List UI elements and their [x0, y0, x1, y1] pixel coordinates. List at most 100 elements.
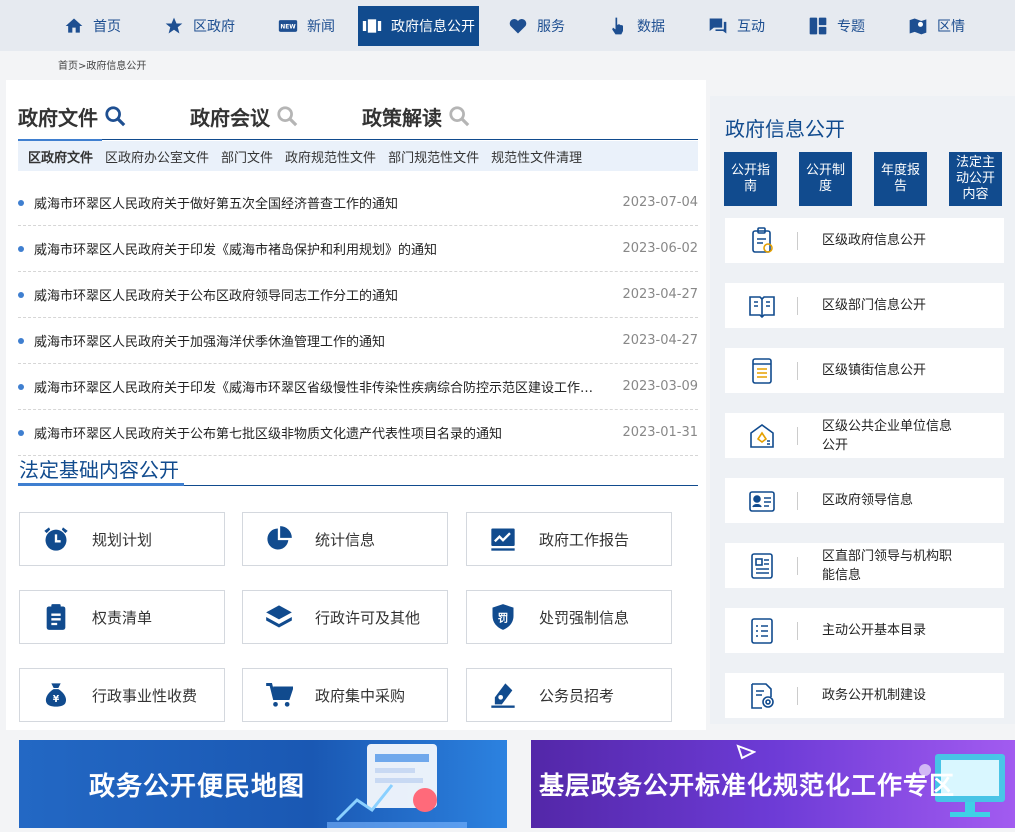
- nav-item-interact[interactable]: 互动: [688, 6, 779, 46]
- separator: [797, 621, 798, 640]
- search-icon: [277, 106, 298, 127]
- svg-text:¥: ¥: [53, 694, 60, 705]
- bullet-dot: [18, 199, 24, 206]
- separator: [797, 686, 798, 705]
- subtab-cleanup[interactable]: 规范性文件清理: [491, 147, 582, 166]
- section-divider: [18, 483, 698, 486]
- separator: [797, 361, 798, 380]
- quick-guide-button[interactable]: 公开指南: [724, 152, 777, 206]
- top-nav: 首页 区政府 NEW 新闻 政府信息公开 服务 数据 互动 专题 区情: [0, 0, 1015, 51]
- subtab-district-gov[interactable]: 区政府文件: [28, 147, 93, 166]
- card-civil-exam[interactable]: 公务员招考: [466, 668, 672, 722]
- hand-pointer-icon: [612, 17, 623, 34]
- star-badge-icon: [750, 423, 774, 448]
- card-power-list[interactable]: 权责清单: [19, 590, 225, 644]
- banner-text: 政务公开便民地图: [89, 772, 306, 802]
- subtab-dept[interactable]: 部门文件: [221, 147, 273, 166]
- nav-item-topics[interactable]: 专题: [788, 6, 879, 46]
- news-item[interactable]: 威海市环翠区人民政府关于做好第五次全国经济普查工作的通知 2023-07-04: [18, 180, 698, 226]
- info-item-basic-catalog[interactable]: 主动公开基本目录: [725, 608, 1004, 653]
- clipboard-check-icon: [752, 226, 773, 253]
- news-item[interactable]: 威海市环翠区人民政府关于公布第七批区级非物质文化遗产代表性项目名录的通知 2023…: [18, 410, 698, 456]
- info-item-mechanism[interactable]: 政务公开机制建设: [725, 673, 1004, 718]
- layers-icon: [266, 605, 292, 628]
- separator: [797, 556, 798, 575]
- news-item[interactable]: 威海市环翠区人民政府关于印发《威海市环翠区省级慢性非传染性疾病综合防控示范区建设…: [18, 364, 698, 410]
- clipboard-icon: [46, 604, 66, 630]
- news-item[interactable]: 威海市环翠区人民政府关于公布区政府领导同志工作分工的通知 2023-04-27: [18, 272, 698, 318]
- subtab-dept-normative[interactable]: 部门规范性文件: [388, 147, 479, 166]
- search-icon: [105, 106, 126, 127]
- open-book-icon: [749, 295, 775, 318]
- news-item[interactable]: 威海市环翠区人民政府关于印发《威海市褚岛保护和利用规划》的通知 2023-06-0…: [18, 226, 698, 272]
- separator: [797, 296, 798, 315]
- triangle-decor-icon: [736, 744, 756, 760]
- subtab-office[interactable]: 区政府办公室文件: [105, 147, 209, 166]
- banner-convenience-map[interactable]: 政务公开便民地图: [19, 740, 507, 828]
- card-work-report[interactable]: 政府工作报告: [466, 512, 672, 566]
- document-list-icon: [752, 357, 772, 384]
- svg-text:NEW: NEW: [280, 24, 296, 30]
- quick-system-button[interactable]: 公开制度: [799, 152, 852, 206]
- info-item-district-dept[interactable]: 区级部门信息公开: [725, 283, 1004, 328]
- card-fees[interactable]: ¥ 行政事业性收费: [19, 668, 225, 722]
- search-icon: [449, 106, 470, 127]
- card-permits[interactable]: 行政许可及其他: [242, 590, 448, 644]
- home-icon: [65, 18, 83, 33]
- chat-icon: [709, 18, 727, 33]
- bullet-dot: [18, 337, 24, 344]
- subtab-gov-normative[interactable]: 政府规范性文件: [285, 147, 376, 166]
- new-badge-icon: NEW: [278, 19, 298, 32]
- heart-icon: [509, 18, 527, 33]
- quick-statutory-content-button[interactable]: 法定主动公开内容: [949, 152, 1002, 206]
- map-illustration-icon: [327, 744, 467, 828]
- doc-subtabs: 区政府文件 区政府办公室文件 部门文件 政府规范性文件 部门规范性文件 规范性文…: [18, 141, 698, 171]
- tab-policy-interpret[interactable]: 政策解读: [362, 102, 470, 140]
- info-item-dept-leaders-functions[interactable]: 区直部门领导与机构职能信息: [725, 543, 1004, 588]
- right-panel: 政府信息公开 公开指南 公开制度 年度报告 法定主动公开内容 区级政府信息公开 …: [710, 96, 1015, 724]
- nav-item-service[interactable]: 服务: [488, 6, 579, 46]
- nav-item-home[interactable]: 首页: [44, 6, 135, 46]
- nav-item-government[interactable]: 区政府: [144, 6, 249, 46]
- pen-icon: [491, 683, 515, 708]
- card-plans[interactable]: 规划计划: [19, 512, 225, 566]
- profile-doc-icon: [751, 552, 773, 579]
- info-item-public-enterprise[interactable]: 区级公共企业单位信息公开: [725, 413, 1004, 458]
- info-item-district-leaders[interactable]: 区政府领导信息: [725, 478, 1004, 523]
- nav-item-info-open[interactable]: 政府信息公开: [358, 5, 479, 46]
- tab-gov-docs[interactable]: 政府文件: [18, 102, 126, 142]
- right-title: 政府信息公开: [725, 117, 845, 141]
- map-pin-icon: [909, 18, 927, 34]
- money-bag-icon: ¥: [45, 683, 67, 707]
- nav-item-district[interactable]: 区情: [888, 6, 979, 46]
- card-statistics[interactable]: 统计信息: [242, 512, 448, 566]
- section-title-statutory: 法定基础内容公开: [19, 458, 179, 482]
- info-item-district-gov[interactable]: 区级政府信息公开: [725, 218, 1004, 263]
- bullet-dot: [18, 429, 24, 436]
- card-penalty[interactable]: 罚 处罚强制信息: [466, 590, 672, 644]
- quick-annual-report-button[interactable]: 年度报告: [874, 152, 927, 206]
- nav-item-news[interactable]: NEW 新闻: [258, 6, 349, 46]
- bullet-dot: [18, 383, 24, 390]
- card-procurement[interactable]: 政府集中采购: [242, 668, 448, 722]
- info-open-icon: [362, 18, 382, 33]
- pie-chart-icon: [267, 526, 292, 550]
- grid-icon: [809, 17, 827, 34]
- nav-item-data[interactable]: 数据: [588, 6, 679, 46]
- separator: [797, 491, 798, 510]
- cart-icon: [266, 683, 293, 707]
- shield-penalty-icon: 罚: [492, 604, 514, 630]
- star-icon: [165, 17, 183, 33]
- banner-standardization-zone[interactable]: 基层政务公开标准化规范化工作专区: [531, 740, 1015, 828]
- trend-chart-icon: [491, 528, 515, 551]
- breadcrumb: 首页>政府信息公开: [58, 61, 147, 72]
- alarm-clock-icon: [44, 527, 68, 551]
- gear-doc-icon: [751, 682, 774, 709]
- tab-gov-meetings[interactable]: 政府会议: [190, 102, 298, 140]
- news-item[interactable]: 威海市环翠区人民政府关于加强海洋伏季休渔管理工作的通知 2023-04-27: [18, 318, 698, 364]
- separator: [797, 231, 798, 250]
- banner-text: 基层政务公开标准化规范化工作专区: [539, 771, 956, 800]
- left-panel: 政府文件 政府会议 政策解读 区政府文件 区政府办公室文件 部门文件 政府规范性…: [6, 80, 706, 730]
- info-item-district-town[interactable]: 区级镇街信息公开: [725, 348, 1004, 393]
- doc-tabs: 政府文件 政府会议 政策解读: [18, 102, 698, 142]
